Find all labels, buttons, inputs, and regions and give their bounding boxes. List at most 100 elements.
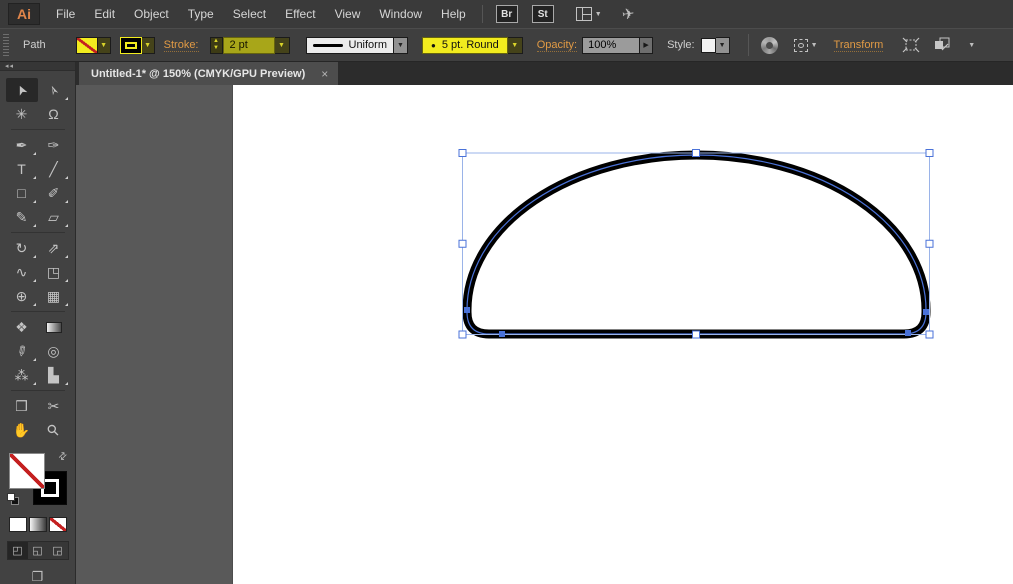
fill-swatch[interactable] bbox=[76, 37, 98, 54]
width-icon: ∿ bbox=[16, 265, 28, 279]
bbox-handle-bottom-center[interactable] bbox=[693, 331, 700, 338]
eyedropper-tool[interactable]: ✏ bbox=[6, 339, 38, 363]
workspace-switcher[interactable]: ▼ bbox=[576, 7, 602, 21]
mesh-tool[interactable]: ❖ bbox=[6, 315, 38, 339]
menu-file[interactable]: File bbox=[56, 7, 75, 21]
none-button[interactable] bbox=[49, 517, 67, 532]
anchor-point[interactable] bbox=[905, 330, 911, 336]
lasso-tool[interactable]: Ω bbox=[38, 102, 70, 126]
menu-type[interactable]: Type bbox=[188, 7, 214, 21]
arrange-objects-icon[interactable] bbox=[934, 37, 954, 53]
stroke-weight-stepper[interactable]: ▲ ▼ bbox=[210, 37, 223, 54]
document-tab[interactable]: Untitled-1* @ 150% (CMYK/GPU Preview) × bbox=[79, 62, 338, 85]
workspace: ◂◂ ➤ ➢ ✳ Ω ✒ ✑ T ╱ □ ✐ ✎ ▱ ↻ ⇗ ∿ ◳ bbox=[0, 62, 1013, 584]
fill-indicator-swatch[interactable] bbox=[9, 453, 45, 489]
fill-color-control[interactable]: ▼ bbox=[76, 37, 111, 54]
brush-definition-field[interactable]: ● 5 pt. Round bbox=[422, 37, 508, 54]
bbox-handle-bottom-left[interactable] bbox=[459, 331, 466, 338]
shape-builder-tool[interactable]: ⊕ bbox=[6, 284, 38, 308]
scale-icon: ⇗ bbox=[48, 241, 60, 255]
direct-selection-tool[interactable]: ➢ bbox=[38, 78, 70, 102]
spinner-down-icon[interactable]: ▼ bbox=[213, 45, 219, 52]
brush-dropdown-icon[interactable]: ▼ bbox=[508, 37, 523, 54]
gradient-tool[interactable] bbox=[38, 315, 70, 339]
opacity-slider-icon[interactable]: ▶ bbox=[640, 37, 653, 54]
draw-inside-button[interactable]: ◲ bbox=[48, 542, 68, 559]
bbox-handle-mid-right[interactable] bbox=[926, 240, 933, 247]
eraser-tool[interactable]: ▱ bbox=[38, 205, 70, 229]
opacity-panel-link[interactable]: Opacity: bbox=[537, 39, 577, 52]
panel-grip[interactable] bbox=[3, 34, 9, 56]
stroke-color-control[interactable]: ▼ bbox=[120, 37, 155, 54]
anchor-point[interactable] bbox=[923, 309, 929, 315]
perspective-grid-tool[interactable]: ▦ bbox=[38, 284, 70, 308]
tab-close-icon[interactable]: × bbox=[321, 68, 328, 80]
bbox-handle-top-left[interactable] bbox=[459, 150, 466, 157]
blend-tool[interactable]: ◎ bbox=[38, 339, 70, 363]
symbol-sprayer-tool[interactable]: ⁂ bbox=[6, 363, 38, 387]
hand-tool[interactable]: ✋ bbox=[6, 418, 38, 442]
artboard-tool[interactable]: ❒ bbox=[6, 394, 38, 418]
curvature-tool[interactable]: ✑ bbox=[38, 133, 70, 157]
fill-dropdown-icon[interactable]: ▼ bbox=[98, 37, 111, 54]
default-fill-stroke-icon[interactable] bbox=[7, 493, 19, 505]
gpu-performance-icon[interactable]: ✈ bbox=[620, 4, 635, 24]
menu-effect[interactable]: Effect bbox=[285, 7, 315, 21]
chevron-down-icon[interactable]: ▼ bbox=[968, 42, 975, 49]
swap-fill-stroke-icon[interactable]: ⇄ bbox=[56, 450, 70, 464]
draw-behind-button[interactable]: ◱ bbox=[28, 542, 48, 559]
scale-tool[interactable]: ⇗ bbox=[38, 236, 70, 260]
change-screen-mode-icon[interactable]: ❐ bbox=[32, 569, 44, 584]
pen-tool[interactable]: ✒ bbox=[6, 133, 38, 157]
zoom-tool[interactable]: ⚲ bbox=[38, 418, 70, 442]
stock-button[interactable]: St bbox=[532, 5, 554, 23]
menu-select[interactable]: Select bbox=[233, 7, 266, 21]
stroke-panel-link[interactable]: Stroke: bbox=[164, 39, 199, 52]
color-button[interactable] bbox=[9, 517, 27, 532]
canvas[interactable] bbox=[76, 85, 1013, 584]
line-segment-tool[interactable]: ╱ bbox=[38, 157, 70, 181]
align-bounds-icon[interactable] bbox=[902, 37, 920, 53]
free-transform-tool[interactable]: ◳ bbox=[38, 260, 70, 284]
bbox-handle-top-center[interactable] bbox=[693, 150, 700, 157]
rectangle-tool[interactable]: □ bbox=[6, 181, 38, 205]
menu-view[interactable]: View bbox=[335, 7, 361, 21]
paintbrush-tool[interactable]: ✐ bbox=[38, 181, 70, 205]
spinner-up-icon[interactable]: ▲ bbox=[213, 38, 219, 45]
menu-object[interactable]: Object bbox=[134, 7, 169, 21]
gradient-button[interactable] bbox=[29, 517, 47, 532]
collapse-panel-button[interactable]: ◂◂ bbox=[0, 62, 75, 71]
stroke-dropdown-icon[interactable]: ▼ bbox=[142, 37, 155, 54]
stroke-weight-field[interactable]: 2 pt bbox=[223, 37, 275, 54]
select-similar-control[interactable]: ▼ bbox=[794, 39, 818, 52]
anchor-point[interactable] bbox=[499, 331, 505, 337]
magic-wand-tool[interactable]: ✳ bbox=[6, 102, 38, 126]
width-profile-dropdown-icon[interactable]: ▼ bbox=[394, 37, 408, 54]
artwork-path[interactable] bbox=[467, 155, 926, 334]
menu-edit[interactable]: Edit bbox=[94, 7, 115, 21]
width-profile-field[interactable]: Uniform bbox=[306, 37, 395, 54]
recolor-artwork-icon[interactable] bbox=[761, 37, 778, 54]
selection-tool[interactable]: ➤ bbox=[6, 78, 38, 102]
bbox-handle-mid-left[interactable] bbox=[459, 240, 466, 247]
rotate-tool[interactable]: ↻ bbox=[6, 236, 38, 260]
bbox-handle-top-right[interactable] bbox=[926, 150, 933, 157]
column-graph-tool[interactable]: ▙ bbox=[38, 363, 70, 387]
anchor-point[interactable] bbox=[464, 307, 470, 313]
style-swatch[interactable] bbox=[701, 38, 716, 53]
transform-panel-link[interactable]: Transform bbox=[834, 39, 884, 52]
draw-normal-button[interactable]: ◰ bbox=[8, 542, 28, 559]
type-tool[interactable]: T bbox=[6, 157, 38, 181]
opacity-field[interactable]: 100% bbox=[582, 37, 640, 54]
stroke-weight-dropdown-icon[interactable]: ▼ bbox=[275, 37, 290, 54]
menu-window[interactable]: Window bbox=[379, 7, 422, 21]
stroke-swatch[interactable] bbox=[120, 37, 142, 54]
pencil-tool[interactable]: ✎ bbox=[6, 205, 38, 229]
slice-tool[interactable]: ✂ bbox=[38, 394, 70, 418]
tools-panel: ◂◂ ➤ ➢ ✳ Ω ✒ ✑ T ╱ □ ✐ ✎ ▱ ↻ ⇗ ∿ ◳ bbox=[0, 62, 76, 584]
bridge-button[interactable]: Br bbox=[496, 5, 518, 23]
menu-help[interactable]: Help bbox=[441, 7, 466, 21]
style-dropdown-icon[interactable]: ▼ bbox=[716, 37, 730, 54]
width-tool[interactable]: ∿ bbox=[6, 260, 38, 284]
bbox-handle-bottom-right[interactable] bbox=[926, 331, 933, 338]
